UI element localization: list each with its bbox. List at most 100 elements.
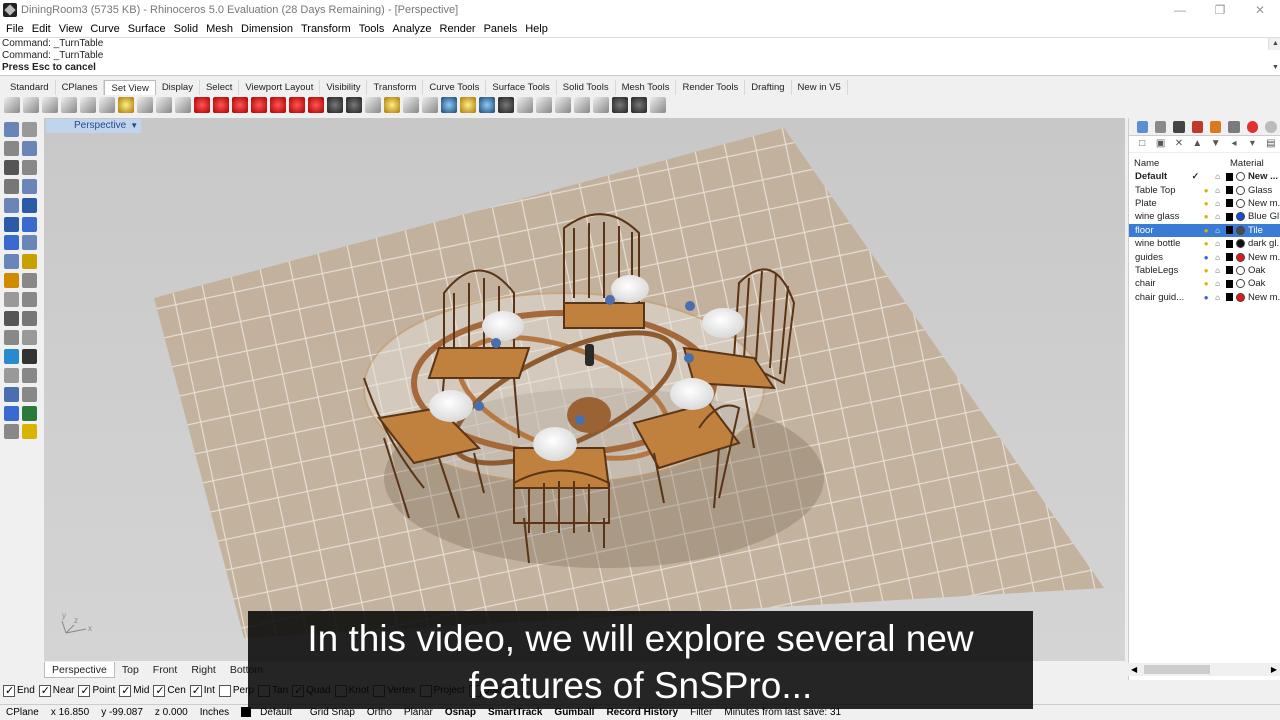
lightbulb-icon[interactable]: ●	[1201, 293, 1211, 302]
material-name[interactable]: dark gl...	[1248, 238, 1280, 249]
lightbulb-icon[interactable]: ●	[1201, 199, 1211, 208]
lock-icon[interactable]: ⌂	[1212, 226, 1222, 235]
menu-render[interactable]: Render	[436, 23, 480, 35]
red-view-icon[interactable]	[269, 97, 286, 113]
move-parent-icon[interactable]: ◂	[1228, 138, 1239, 150]
loft-icon[interactable]	[22, 273, 37, 289]
zoom-selected-icon[interactable]	[98, 97, 115, 113]
scroll-up-icon[interactable]: ▲	[1271, 38, 1280, 50]
layer-row[interactable]: Table Top ● ⌂ Glass	[1129, 183, 1280, 196]
material-name[interactable]: New ...	[1248, 171, 1280, 182]
menu-view[interactable]: View	[55, 23, 87, 35]
zoom-out-icon[interactable]	[155, 97, 172, 113]
walk-icon[interactable]	[630, 97, 647, 113]
light-icon[interactable]	[22, 424, 37, 440]
material-swatch[interactable]	[1236, 185, 1245, 195]
red-view-icon[interactable]	[250, 97, 267, 113]
dropdown-arrow-icon[interactable]: ▼	[130, 121, 138, 130]
status-cplane[interactable]: CPlane	[0, 707, 45, 718]
analyze-icon[interactable]	[22, 405, 37, 421]
check-icon[interactable]	[4, 405, 19, 421]
material-swatch[interactable]	[1236, 172, 1245, 182]
menu-dimension[interactable]: Dimension	[237, 23, 297, 35]
tab-transform[interactable]: Transform	[367, 80, 424, 95]
mesh-icon[interactable]	[22, 254, 37, 270]
menu-surface[interactable]: Surface	[124, 23, 170, 35]
material-swatch[interactable]	[1236, 265, 1245, 275]
command-prompt[interactable]: Press Esc to cancel	[0, 62, 1280, 74]
settings-tab-icon[interactable]	[1265, 120, 1277, 133]
zoom-window-icon[interactable]	[60, 97, 77, 113]
tab-cplanes[interactable]: CPlanes	[56, 80, 105, 95]
command-scrollbar[interactable]: ▲ ▼	[1268, 38, 1280, 71]
block-icon[interactable]	[22, 386, 37, 402]
lightbulb-icon[interactable]: ●	[1201, 253, 1211, 262]
checkbox-icon[interactable]	[153, 684, 166, 697]
layer-color-swatch[interactable]	[1225, 186, 1234, 195]
filter-icon[interactable]: ▾	[1247, 138, 1258, 150]
menu-curve[interactable]: Curve	[86, 23, 123, 35]
cap-icon[interactable]	[22, 311, 37, 326]
background-icon[interactable]	[383, 97, 400, 113]
layer-name[interactable]: Default	[1135, 171, 1192, 182]
tilt-icon[interactable]	[592, 97, 609, 113]
viewport-title[interactable]: Perspective ▼	[46, 119, 142, 133]
tab-set-view[interactable]: Set View	[104, 80, 156, 95]
maximize-button[interactable]: ❐	[1200, 0, 1240, 20]
material-name[interactable]: New m...	[1248, 252, 1280, 263]
ellipse-icon[interactable]	[4, 197, 19, 213]
layer-color-swatch[interactable]	[1225, 279, 1234, 288]
material-swatch[interactable]	[1236, 225, 1245, 235]
sphere-icon[interactable]	[22, 235, 37, 251]
material-name[interactable]: Blue Gl...	[1248, 211, 1280, 222]
lock-icon[interactable]: ⌂	[1212, 212, 1222, 221]
menu-file[interactable]: File	[2, 23, 28, 35]
target-icon[interactable]	[459, 97, 476, 113]
tilt-icon[interactable]	[573, 97, 590, 113]
layer-row[interactable]: Default ✓ ⌂ New ...	[1129, 170, 1280, 183]
tab-drafting[interactable]: Drafting	[745, 80, 792, 95]
circle-icon[interactable]	[4, 159, 19, 175]
lights-tab-icon[interactable]	[1154, 120, 1167, 133]
layer-name[interactable]: floor	[1135, 225, 1192, 236]
polyline-icon[interactable]	[4, 140, 19, 156]
material-name[interactable]: New m...	[1248, 292, 1280, 303]
undo-view-icon[interactable]	[136, 97, 153, 113]
properties-tab-icon[interactable]	[1136, 120, 1148, 133]
zoom-target-icon[interactable]	[117, 97, 134, 113]
render-icon[interactable]	[4, 424, 19, 440]
arc-icon[interactable]	[4, 178, 19, 194]
checkbox-icon[interactable]	[119, 684, 132, 697]
column-name[interactable]: Name	[1134, 158, 1230, 169]
scroll-left-icon[interactable]: ◀	[1131, 663, 1137, 676]
lock-icon[interactable]: ⌂	[1212, 266, 1222, 275]
osnap-end[interactable]: End	[3, 684, 35, 697]
viewport-tab-front[interactable]: Front	[146, 662, 185, 678]
hatch-icon[interactable]	[22, 367, 37, 383]
move-up-icon[interactable]: ▲	[1192, 138, 1203, 150]
dimension-icon[interactable]	[22, 348, 37, 364]
layer-settings-icon[interactable]: ▤	[1265, 138, 1276, 150]
current-layer-check[interactable]: ✓	[1192, 171, 1201, 182]
tab-new-in-v5[interactable]: New in V5	[792, 80, 848, 95]
osnap-mid[interactable]: Mid	[119, 684, 149, 697]
array-icon[interactable]	[4, 367, 19, 383]
red-view-icon[interactable]	[212, 97, 229, 113]
named-view-icon[interactable]	[364, 97, 381, 113]
lightbulb-icon[interactable]: ●	[1201, 279, 1211, 288]
menu-mesh[interactable]: Mesh	[202, 23, 237, 35]
scene-render[interactable]: x y z	[44, 118, 1125, 661]
curve-icon[interactable]	[22, 140, 37, 156]
target-icon[interactable]	[440, 97, 457, 113]
material-name[interactable]: Oak	[1248, 265, 1280, 276]
layer-color-swatch[interactable]	[1225, 212, 1234, 221]
checkbox-icon[interactable]	[3, 684, 15, 697]
group-icon[interactable]	[4, 386, 19, 402]
menu-help[interactable]: Help	[521, 23, 552, 35]
layer-row[interactable]: floor ● ⌂ Tile	[1129, 223, 1280, 237]
tab-curve-tools[interactable]: Curve Tools	[423, 80, 487, 95]
perspective-viewport[interactable]: x y z Perspective ▼	[44, 118, 1125, 661]
walkabout-icon[interactable]	[497, 97, 514, 113]
tilt-icon[interactable]	[554, 97, 571, 113]
split-icon[interactable]	[22, 329, 37, 345]
